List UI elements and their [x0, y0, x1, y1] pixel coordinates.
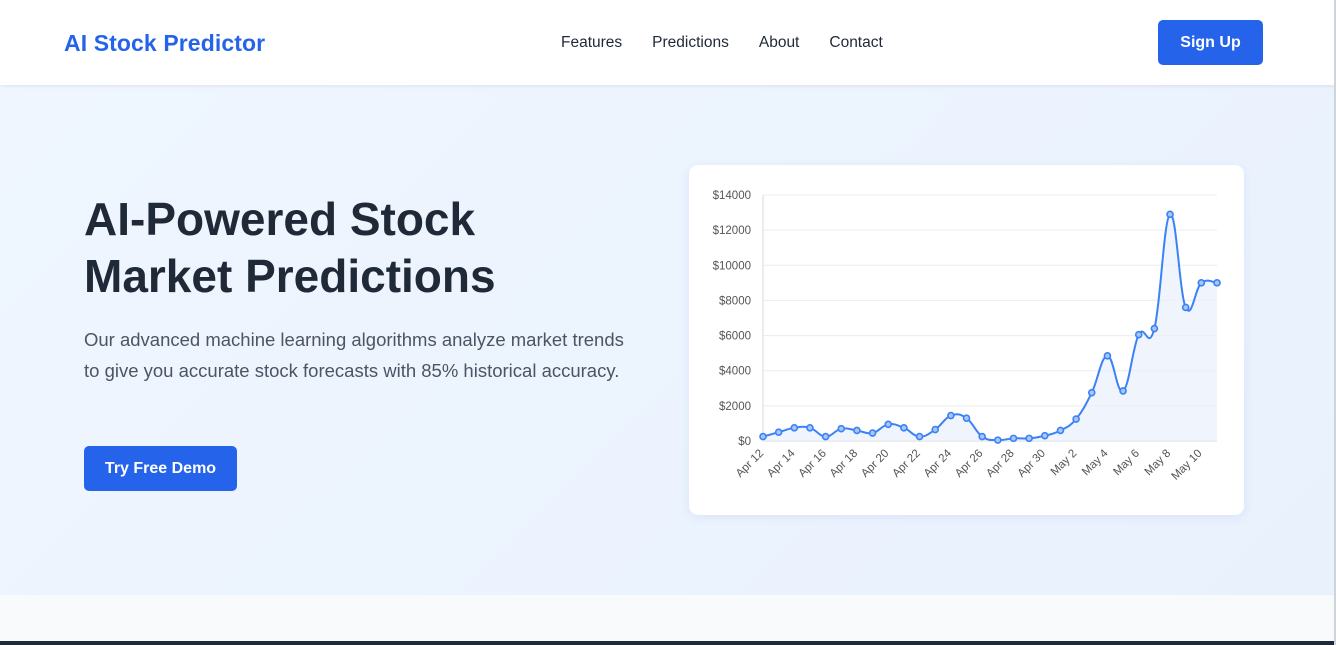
nav-link-predictions[interactable]: Predictions	[652, 34, 729, 52]
page-bottom-edge	[0, 641, 1336, 645]
data-point	[962, 414, 971, 422]
nav-link-contact[interactable]: Contact	[829, 34, 882, 52]
chart-card: $0 $2000 $4000 $6000 $8000 $10000 $12000 $14000…	[689, 165, 1244, 515]
x-tick-label: May 4	[1080, 447, 1111, 478]
data-point	[947, 411, 955, 420]
x-tick-label: May 2	[1049, 447, 1080, 478]
x-tick-label: Apr 12	[734, 447, 766, 479]
x-tick-label: Apr 14	[765, 447, 798, 480]
y-tick-label: $0	[738, 436, 751, 448]
data-point	[790, 424, 799, 432]
data-point	[1150, 324, 1159, 333]
data-point	[915, 432, 924, 441]
stock-price-chart: $0 $2000 $4000 $6000 $8000 $10000 $12000 $14000…	[713, 190, 1221, 483]
y-tick-label: $2000	[719, 401, 751, 413]
hero-description: Our advanced machine learning algorithms…	[84, 329, 624, 381]
hero-title-line-2: Market Predictions	[84, 250, 496, 302]
data-point	[868, 429, 877, 437]
nav-links: Features Predictions About Contact	[561, 34, 883, 52]
next-section	[0, 595, 1336, 641]
data-point	[931, 425, 940, 434]
data-point	[1087, 388, 1096, 397]
x-tick-label: Apr 16	[796, 447, 828, 479]
y-tick-label: $4000	[719, 366, 751, 378]
y-tick-label: $12000	[713, 225, 751, 237]
brand-logo[interactable]: AI Stock Predictor	[64, 30, 265, 57]
x-tick-label: Apr 22	[890, 447, 922, 479]
hero-title: AI-Powered Stock Market Predictions	[84, 191, 604, 305]
try-free-demo-button[interactable]: Try Free Demo	[84, 446, 237, 491]
data-point	[806, 424, 814, 432]
data-point	[1213, 279, 1221, 287]
data-point	[837, 424, 846, 433]
x-tick-label: Apr 30	[1016, 447, 1048, 479]
data-point	[1134, 330, 1143, 339]
data-point	[978, 432, 986, 441]
y-tick-label: $10000	[713, 260, 751, 272]
x-tick-label: Apr 24	[922, 447, 955, 480]
data-point	[1197, 279, 1206, 287]
x-tick-label: Apr 28	[984, 447, 1016, 479]
data-point	[821, 432, 830, 441]
data-point	[1166, 210, 1174, 219]
x-tick-label: May 10	[1169, 447, 1204, 482]
y-tick-label: $14000	[713, 190, 751, 202]
sign-up-button[interactable]: Sign Up	[1158, 20, 1263, 65]
series-area	[763, 214, 1217, 441]
y-tick-label: $6000	[719, 331, 751, 343]
data-point	[1072, 415, 1080, 423]
y-tick-label: $8000	[719, 295, 751, 307]
data-point	[1025, 434, 1033, 443]
data-point	[1040, 431, 1049, 440]
data-point	[1103, 351, 1112, 360]
nav-link-features[interactable]: Features	[561, 34, 622, 52]
x-tick-label: May 6	[1111, 447, 1142, 478]
data-point	[884, 420, 893, 429]
data-point	[1056, 426, 1065, 435]
data-point	[994, 436, 1002, 444]
data-point	[900, 424, 908, 432]
data-point	[1009, 434, 1018, 443]
x-tick-label: Apr 18	[828, 447, 860, 479]
data-point	[759, 432, 767, 441]
hero-title-line-1: AI-Powered Stock	[84, 193, 476, 245]
data-point	[1119, 387, 1127, 395]
data-point	[853, 426, 861, 435]
x-tick-label: Apr 20	[859, 447, 891, 479]
nav-link-about[interactable]: About	[759, 34, 800, 52]
navbar: AI Stock Predictor Features Predictions …	[0, 0, 1336, 85]
data-point	[1181, 303, 1190, 312]
x-tick-label: Apr 26	[953, 447, 985, 479]
hero-section: AI-Powered Stock Market Predictions Our …	[0, 85, 1336, 595]
data-point	[774, 428, 783, 437]
